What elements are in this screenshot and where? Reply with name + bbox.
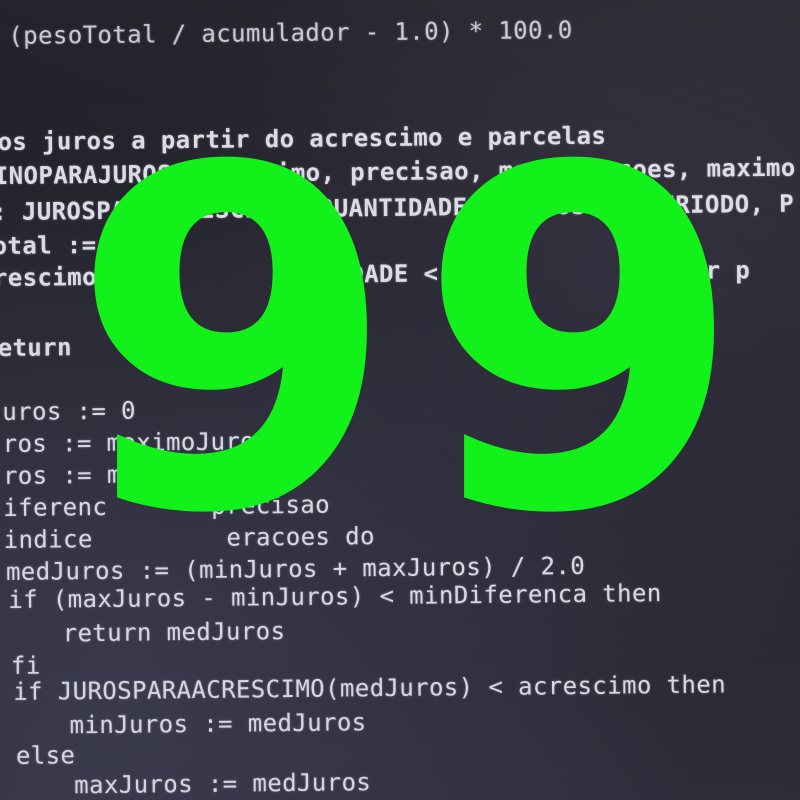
code-line: if JUROSPARAACRESCIMO(medJuros) < acresc… — [13, 670, 727, 706]
overlay-number: 99 — [70, 69, 765, 616]
code-line: (pesoTotal / acumulador - 1.0) * 100.0 — [8, 16, 573, 50]
code-line: fi — [10, 651, 41, 680]
monitor-photo: (pesoTotal / acumulador - 1.0) * 100.0 o… — [0, 0, 800, 800]
code-line: return medJuros — [62, 617, 286, 648]
code-line: minJuros := medJuros — [69, 708, 367, 740]
code-line: else — [15, 741, 76, 770]
code-line: eturn — [0, 333, 73, 363]
code-line: maxJuros := medJuros — [74, 768, 372, 800]
